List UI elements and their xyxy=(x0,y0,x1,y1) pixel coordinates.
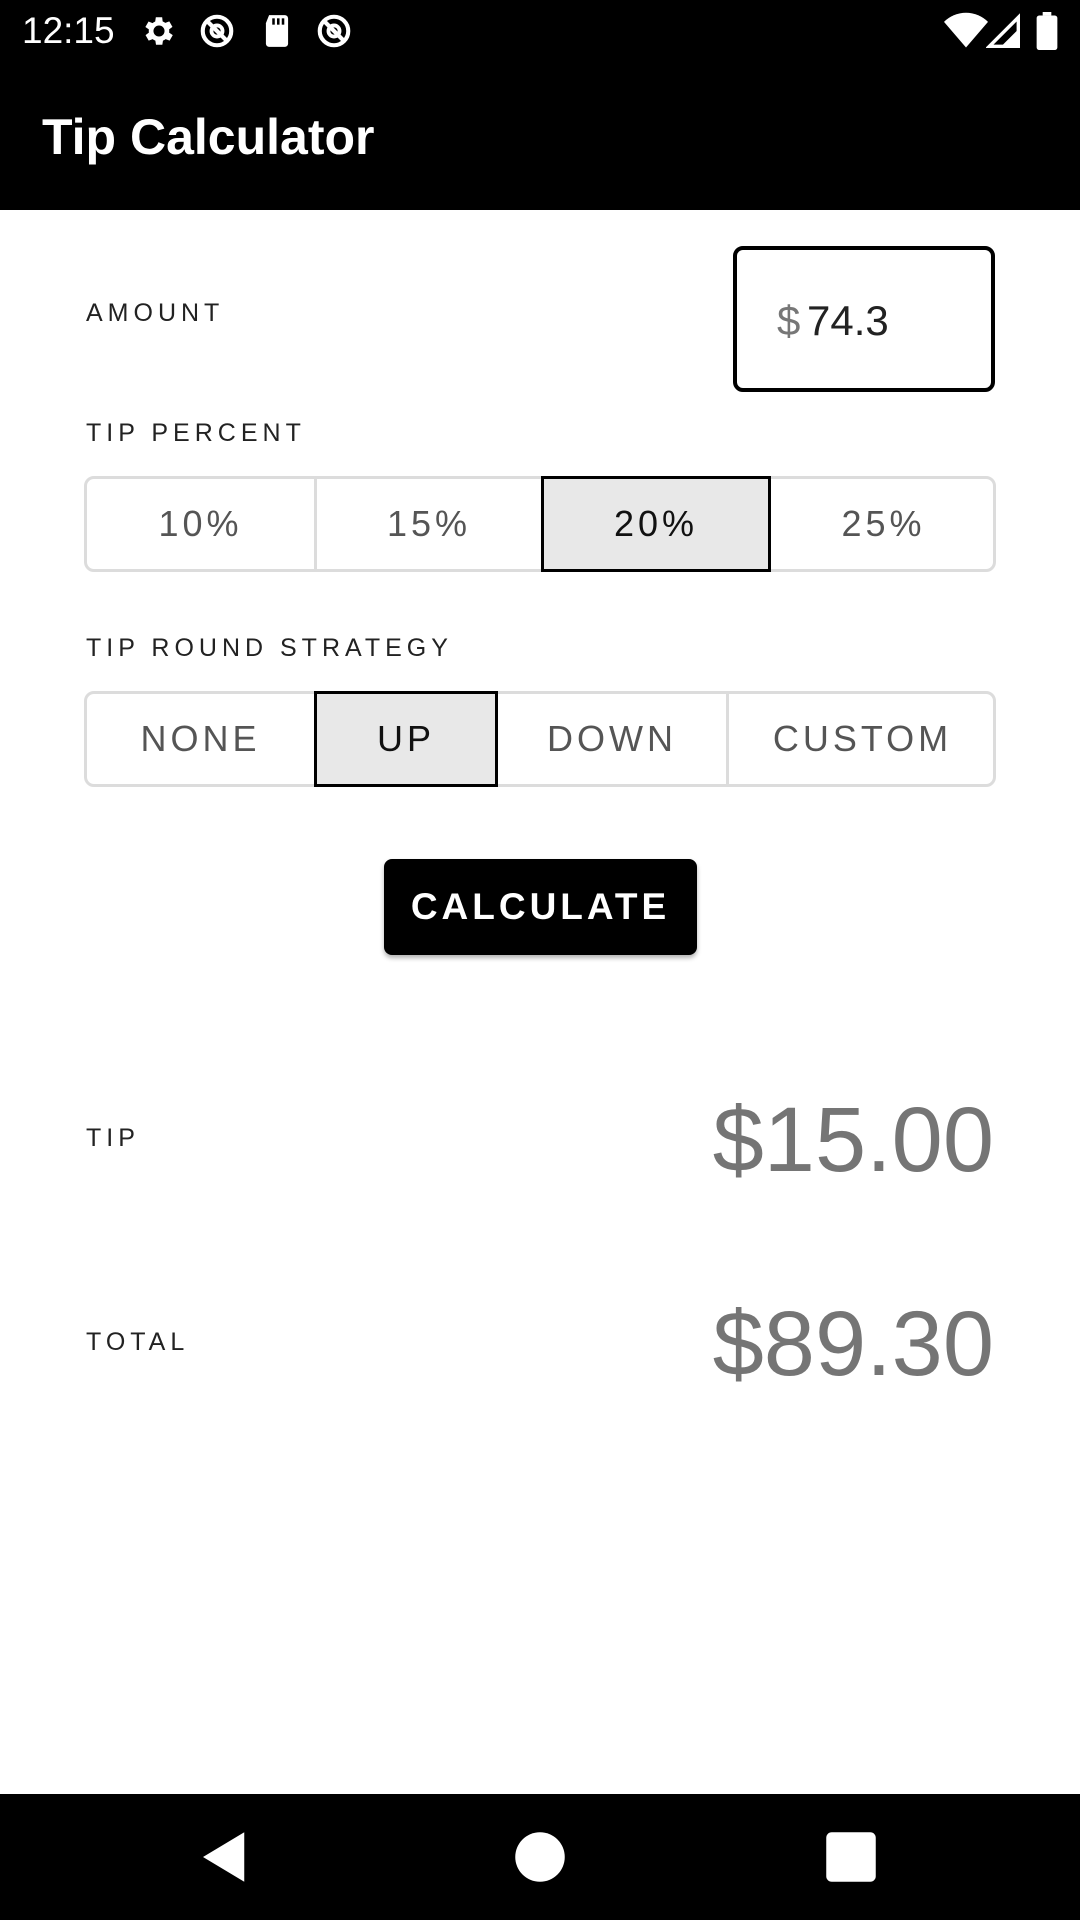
recents-icon[interactable] xyxy=(818,1824,884,1890)
no-sim-icon xyxy=(317,14,351,48)
home-icon[interactable] xyxy=(507,1824,573,1890)
round-option-none[interactable]: NONE xyxy=(87,691,314,787)
tip-percent-selector: 10% 15% 20% 25% xyxy=(84,476,996,572)
navigation-bar xyxy=(0,1794,1080,1920)
cell-signal-icon xyxy=(986,13,1020,48)
calculate-button[interactable]: CALCULATE xyxy=(384,859,697,955)
round-option-up[interactable]: UP xyxy=(314,691,498,787)
tip-percent-label: TIP PERCENT xyxy=(86,419,306,447)
app-bar: Tip Calculator xyxy=(0,63,1080,210)
status-bar: 12:15 xyxy=(0,0,1080,63)
tip-value: $15.00 xyxy=(712,1089,994,1191)
tip-percent-option-10[interactable]: 10% xyxy=(87,476,314,572)
total-value: $89.30 xyxy=(712,1293,994,1395)
amount-label: AMOUNT xyxy=(86,299,225,327)
status-time: 12:15 xyxy=(22,10,115,51)
tip-calculator-form: AMOUNT $ 74.3 TIP PERCENT 10% 15% 20% 25… xyxy=(0,210,1080,1794)
amount-value[interactable]: 74.3 xyxy=(807,297,889,345)
no-sim-icon xyxy=(200,14,234,48)
currency-prefix: $ xyxy=(777,297,801,344)
tip-percent-option-25[interactable]: 25% xyxy=(771,476,996,572)
wifi-icon xyxy=(944,12,988,48)
battery-icon xyxy=(1036,12,1058,50)
tip-percent-option-20[interactable]: 20% xyxy=(541,476,771,572)
sd-card-icon xyxy=(265,15,289,47)
amount-input[interactable]: $ 74.3 xyxy=(733,246,995,392)
gear-icon xyxy=(145,17,173,45)
round-strategy-selector: NONE UP DOWN CUSTOM xyxy=(84,691,996,787)
tip-round-strategy-label: TIP ROUND STRATEGY xyxy=(86,634,453,662)
back-icon[interactable] xyxy=(192,1824,258,1890)
tip-percent-option-15[interactable]: 15% xyxy=(314,476,541,572)
round-option-custom[interactable]: CUSTOM xyxy=(726,691,996,787)
total-label: TOTAL xyxy=(86,1328,190,1356)
app-title: Tip Calculator xyxy=(42,109,375,165)
tip-label: TIP xyxy=(86,1124,140,1152)
round-option-down[interactable]: DOWN xyxy=(498,691,726,787)
